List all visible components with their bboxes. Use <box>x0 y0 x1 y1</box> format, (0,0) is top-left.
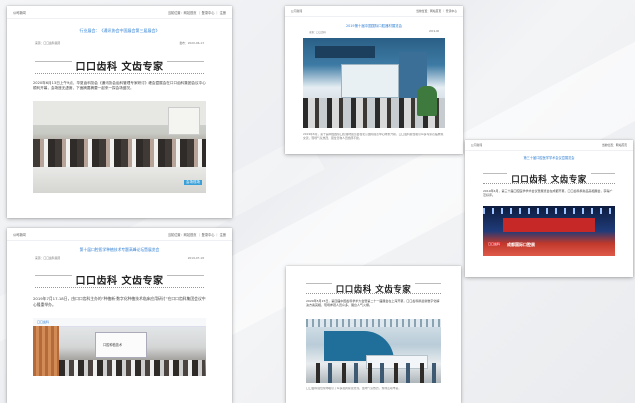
photo-logo: 口口齿科 <box>37 319 50 324</box>
banner-text: 口口齿科 文齿专家 <box>71 58 168 73</box>
stage-screen-text: 成都国际口腔展 <box>507 242 535 247</box>
news-page-thumbnail[interactable]: 公司新闻 当前位置：网站首页 第三十届口腔医学学术会议暨展览会 口口齿科 文齿专… <box>465 140 633 277</box>
banner-text: 口口齿科 文齿专家 <box>71 272 168 287</box>
article-meta: 来源：口口齿科集团 发布：2020-06-13 <box>35 41 204 47</box>
lecture-photo: 口口齿科 口腔种植技术 <box>33 318 206 376</box>
photo-caption: 会场现场 <box>184 180 202 185</box>
article-paragraph: 2019年6月，第十届中国国际口腔器材展览会在北京国际展览中心隆重开幕，口口齿科… <box>303 133 444 140</box>
article-date: 发布：2020-06-13 <box>179 41 204 45</box>
photo-tables <box>33 167 206 193</box>
photo-window <box>168 107 200 135</box>
header-nav[interactable]: 当前位置：网站首页 ｜ 登录中心 ｜ 注册 <box>168 232 226 237</box>
news-page-thumbnail[interactable]: 公司新闻 当前位置：网站首页 ｜ 登录中心 ｜ 注册 行业展会：《通讯协会中国展… <box>7 6 232 218</box>
article-date: 2019-06 <box>429 30 439 33</box>
stage-logo: 口口齿科 <box>487 242 502 246</box>
photo-booth-screen <box>341 64 399 98</box>
news-page-thumbnail[interactable]: 口口齿科 文齿专家 2020年5月15日，第四届中国齿科学术大会暨第二十一届展会… <box>286 266 461 403</box>
exhibition-booth-photo <box>306 319 441 383</box>
photo-ceiling-truss <box>306 319 441 327</box>
article-source: 来源：口口齿科 <box>309 31 326 34</box>
article-title: 2019第十届中国国际口腔器材展览会 <box>345 24 403 28</box>
banner-ruler <box>35 287 204 288</box>
site-name: 公司新闻 <box>291 9 303 13</box>
header-nav[interactable]: 当前位置：网站首页 ｜ 登录中心 <box>416 9 457 13</box>
news-page-thumbnail[interactable]: 公司新闻 当前位置：网站首页 ｜ 登录中心 2019第十届中国国际口腔器材展览会… <box>285 6 463 154</box>
exhibition-photo <box>303 38 445 128</box>
article-title: 第十届口腔医学种植技术专题高峰论坛暨展览会 <box>79 247 160 252</box>
conference-photo: 会场现场 <box>33 101 206 193</box>
article-paragraph: 2020年6月13日上午9点，华夏齿科协会《通讯协会齿科管理专家研讨》峰会暨展会… <box>33 81 206 91</box>
banner-ruler <box>306 293 441 294</box>
page-header: 公司新闻 当前位置：网站首页 ｜ 登录中心 ｜ 注册 <box>7 6 232 19</box>
site-name: 公司新闻 <box>13 11 26 15</box>
site-name: 公司新闻 <box>471 143 483 147</box>
screen-label: 口腔种植技术 <box>103 343 123 347</box>
brand-banner: 口口齿科 文齿专家 <box>35 51 204 77</box>
news-page-thumbnail[interactable]: 公司新闻 当前位置：网站首页 ｜ 登录中心 ｜ 注册 第十届口腔医学种植技术专题… <box>7 228 232 403</box>
brand-banner: 口口齿科 文齿专家 <box>306 274 441 296</box>
header-nav[interactable]: 当前位置：网站首页 <box>602 143 627 147</box>
article-paragraph: 2019年4月，第三十届口腔医学学术会议暨展览会在成都开幕，口口齿科携新品亮相展… <box>483 189 613 198</box>
site-name: 公司新闻 <box>13 233 26 237</box>
brand-banner: 口口齿科 文齿专家 <box>483 164 615 186</box>
photo-curtains <box>33 326 59 376</box>
stage-photo: 成都国际口腔展 口口齿科 <box>483 206 615 256</box>
photo-plant <box>417 86 437 116</box>
photo-stage-screen <box>503 218 595 232</box>
photo-booth-sign <box>315 46 375 58</box>
page-header: 公司新闻 当前位置：网站首页 <box>465 140 633 151</box>
article-source: 来源：口口齿科集团 <box>35 256 61 260</box>
banner-ruler <box>483 183 615 184</box>
article-footnote: 口口齿科展位现场吸引了众多嘉宾驻足交流，会场气氛热烈，现场互动丰富。 <box>306 387 402 390</box>
article-meta: 来源：口口齿科 2019-06 <box>309 30 439 35</box>
article-paragraph: 2019年7月17-18日，由口口齿科主办的“种植新·数字化种植技术临床应用研讨… <box>33 296 206 307</box>
article-title: 第三十届口腔医学学术会议暨展览会 <box>523 156 575 160</box>
article-paragraph: 2020年5月15日，第四届中国齿科学术大会暨第二十一届展会在上海开幕，口口齿科… <box>306 299 440 308</box>
article-date: 2019-07-18 <box>187 256 204 260</box>
header-nav[interactable]: 当前位置：网站首页 ｜ 登录中心 ｜ 注册 <box>168 10 226 15</box>
brand-banner: 口口齿科 文齿专家 <box>35 265 204 291</box>
page-header: 公司新闻 当前位置：网站首页 ｜ 登录中心 <box>285 6 463 17</box>
photo-audience <box>59 360 205 376</box>
page-header: 公司新闻 当前位置：网站首页 ｜ 登录中心 ｜ 注册 <box>7 228 232 241</box>
photo-people <box>306 363 441 383</box>
article-source: 来源：口口齿科集团 <box>35 41 61 45</box>
article-meta: 来源：口口齿科集团 2019-07-18 <box>35 256 204 262</box>
article-title: 行业展会：《通讯协会中国展会第三届展会》 <box>79 28 160 33</box>
photo-stage-lights <box>483 208 615 214</box>
banner-ruler <box>35 73 204 74</box>
